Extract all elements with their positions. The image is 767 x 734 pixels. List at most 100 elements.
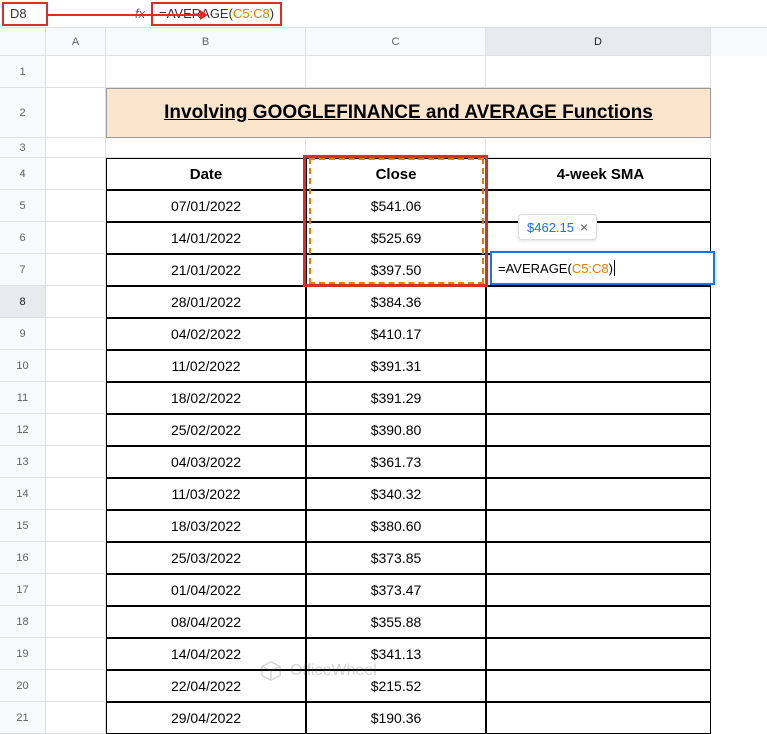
cell-date[interactable]: 04/02/2022 (106, 318, 306, 350)
cell-date[interactable]: 21/01/2022 (106, 254, 306, 286)
cell-a17[interactable] (46, 574, 106, 606)
header-date[interactable]: Date (106, 158, 306, 190)
cell-a11[interactable] (46, 382, 106, 414)
cell-date[interactable]: 14/01/2022 (106, 222, 306, 254)
cell-sma[interactable] (486, 542, 711, 574)
cell-sma[interactable] (486, 510, 711, 542)
cell-date[interactable]: 18/03/2022 (106, 510, 306, 542)
cell-a4[interactable] (46, 158, 106, 190)
cell-close[interactable]: $384.36 (306, 286, 486, 318)
cell-b3[interactable] (106, 138, 306, 158)
row-header-3[interactable]: 3 (0, 138, 45, 158)
cell-a3[interactable] (46, 138, 106, 158)
row-header-8[interactable]: 8 (0, 286, 45, 318)
cell-sma[interactable] (486, 670, 711, 702)
row-header-14[interactable]: 14 (0, 478, 45, 510)
cell-sma[interactable] (486, 382, 711, 414)
cell-close[interactable]: $391.29 (306, 382, 486, 414)
cell-close[interactable]: $541.06 (306, 190, 486, 222)
cell-sma[interactable] (486, 446, 711, 478)
cell-a18[interactable] (46, 606, 106, 638)
cell-date[interactable]: 08/04/2022 (106, 606, 306, 638)
row-header-2[interactable]: 2 (0, 88, 45, 138)
cell-sma[interactable] (486, 414, 711, 446)
col-header-c[interactable]: C (306, 28, 486, 56)
row-header-19[interactable]: 19 (0, 638, 45, 670)
row-header-10[interactable]: 10 (0, 350, 45, 382)
cell-a2[interactable] (46, 88, 106, 138)
row-header-20[interactable]: 20 (0, 670, 45, 702)
cell-a10[interactable] (46, 350, 106, 382)
cell-a12[interactable] (46, 414, 106, 446)
cell-date[interactable]: 01/04/2022 (106, 574, 306, 606)
cell-close[interactable]: $380.60 (306, 510, 486, 542)
cell-a15[interactable] (46, 510, 106, 542)
cell-a14[interactable] (46, 478, 106, 510)
row-header-18[interactable]: 18 (0, 606, 45, 638)
cell-date[interactable]: 18/02/2022 (106, 382, 306, 414)
cell-sma[interactable] (486, 638, 711, 670)
cell-date[interactable]: 25/03/2022 (106, 542, 306, 574)
cell-a21[interactable] (46, 702, 106, 734)
row-header-12[interactable]: 12 (0, 414, 45, 446)
cell-sma[interactable] (486, 318, 711, 350)
cell-date[interactable]: 11/03/2022 (106, 478, 306, 510)
cell-sma[interactable] (486, 478, 711, 510)
cell-close[interactable]: $355.88 (306, 606, 486, 638)
cell-sma[interactable] (486, 606, 711, 638)
cell-sma[interactable] (486, 350, 711, 382)
cell-reference-box[interactable]: D8 (2, 2, 48, 26)
cell-a13[interactable] (46, 446, 106, 478)
row-header-5[interactable]: 5 (0, 190, 45, 222)
row-header-6[interactable]: 6 (0, 222, 45, 254)
cell-close[interactable]: $190.36 (306, 702, 486, 734)
col-header-a[interactable]: A (46, 28, 106, 56)
row-header-7[interactable]: 7 (0, 254, 45, 286)
cell-c3[interactable] (306, 138, 486, 158)
row-header-16[interactable]: 16 (0, 542, 45, 574)
select-all-corner[interactable] (0, 28, 45, 56)
cell-date[interactable]: 11/02/2022 (106, 350, 306, 382)
cell-a16[interactable] (46, 542, 106, 574)
row-header-9[interactable]: 9 (0, 318, 45, 350)
cell-date[interactable]: 29/04/2022 (106, 702, 306, 734)
cell-close[interactable]: $373.47 (306, 574, 486, 606)
cell-close[interactable]: $361.73 (306, 446, 486, 478)
cell-a9[interactable] (46, 318, 106, 350)
row-header-21[interactable]: 21 (0, 702, 45, 734)
cell-a6[interactable] (46, 222, 106, 254)
cell-date[interactable]: 07/01/2022 (106, 190, 306, 222)
cell-date[interactable]: 28/01/2022 (106, 286, 306, 318)
row-header-15[interactable]: 15 (0, 510, 45, 542)
header-sma[interactable]: 4-week SMA (486, 158, 711, 190)
row-header-1[interactable]: 1 (0, 56, 45, 88)
cell-a19[interactable] (46, 638, 106, 670)
row-header-11[interactable]: 11 (0, 382, 45, 414)
cell-close[interactable]: $373.85 (306, 542, 486, 574)
title-cell[interactable]: Involving GOOGLEFINANCE and AVERAGE Func… (106, 88, 711, 138)
cell-a8[interactable] (46, 286, 106, 318)
cell-date[interactable]: 25/02/2022 (106, 414, 306, 446)
cell-sma[interactable] (486, 286, 711, 318)
col-header-b[interactable]: B (106, 28, 306, 56)
cell-a5[interactable] (46, 190, 106, 222)
row-header-4[interactable]: 4 (0, 158, 45, 190)
cell-sma[interactable] (486, 702, 711, 734)
header-close[interactable]: Close (306, 158, 486, 190)
cell-d1[interactable] (486, 56, 711, 88)
active-cell-editor[interactable]: =AVERAGE(C5:C8) (490, 251, 715, 285)
cell-sma[interactable] (486, 574, 711, 606)
cell-close[interactable]: $410.17 (306, 318, 486, 350)
cell-a1[interactable] (46, 56, 106, 88)
cell-a20[interactable] (46, 670, 106, 702)
cell-d3[interactable] (486, 138, 711, 158)
tooltip-close-icon[interactable]: × (580, 219, 588, 235)
row-header-13[interactable]: 13 (0, 446, 45, 478)
cell-b1[interactable] (106, 56, 306, 88)
cell-close[interactable]: $340.32 (306, 478, 486, 510)
cell-date[interactable]: 04/03/2022 (106, 446, 306, 478)
cell-a7[interactable] (46, 254, 106, 286)
cell-close[interactable]: $391.31 (306, 350, 486, 382)
cell-close[interactable]: $397.50 (306, 254, 486, 286)
row-header-17[interactable]: 17 (0, 574, 45, 606)
